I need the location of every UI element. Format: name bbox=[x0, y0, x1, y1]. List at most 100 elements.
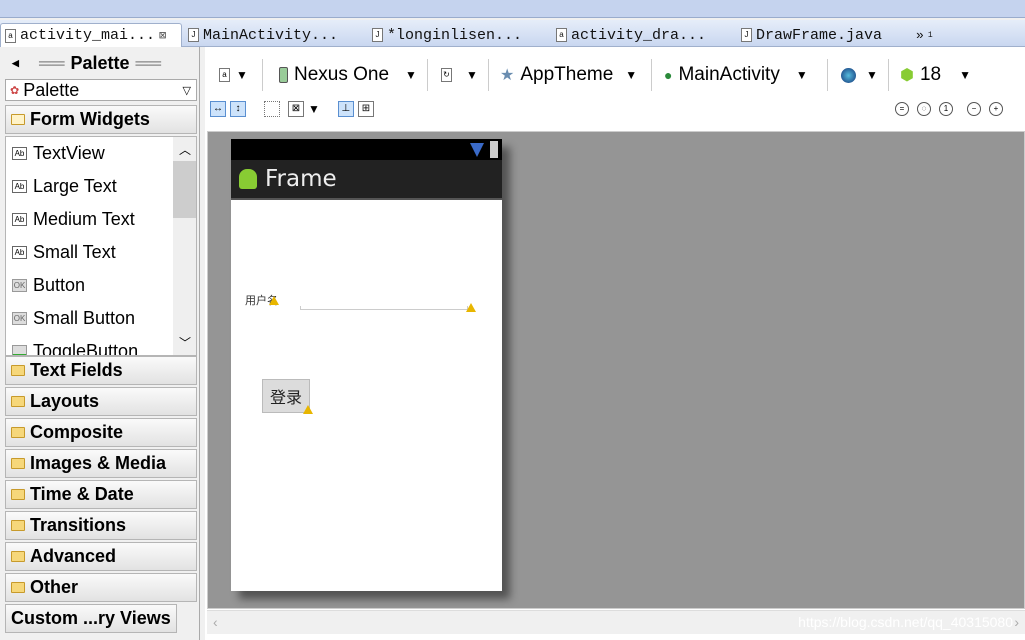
margins-icon[interactable] bbox=[264, 101, 280, 117]
orientation-dropdown[interactable]: ↻ ▼ bbox=[441, 60, 478, 90]
category-label: Text Fields bbox=[30, 360, 123, 380]
locale-dropdown[interactable]: ▼ bbox=[841, 60, 878, 90]
api-level-dropdown[interactable]: ⬢ 18 ▼ bbox=[900, 60, 971, 90]
watermark: https://blog.csdn.net/qq_40315080 bbox=[798, 614, 1013, 630]
layout-file-icon: a bbox=[219, 68, 230, 82]
category-advanced[interactable]: Advanced bbox=[5, 542, 197, 571]
category-transitions[interactable]: Transitions bbox=[5, 511, 197, 540]
gravity-icon[interactable]: ⊞ bbox=[357, 101, 374, 117]
close-icon[interactable]: ⊠ bbox=[159, 28, 166, 43]
textview-icon: Ab bbox=[12, 180, 27, 193]
device-icon bbox=[279, 67, 288, 83]
widget-label: Button bbox=[33, 275, 86, 295]
baseline-icon[interactable]: ⊥ bbox=[337, 101, 354, 117]
scrollbar-thumb[interactable] bbox=[173, 161, 196, 218]
config-dropdown[interactable]: a ▼ bbox=[219, 60, 248, 90]
status-bar bbox=[231, 139, 502, 160]
canvas-horizontal-scrollbar[interactable]: ‹ › https://blog.csdn.net/qq_40315080 bbox=[207, 610, 1025, 634]
activity-dropdown[interactable]: ● MainActivity ▼ bbox=[664, 60, 808, 90]
widget-label: ToggleButton bbox=[33, 341, 139, 356]
api-label: 18 bbox=[919, 64, 942, 85]
category-composite[interactable]: Composite bbox=[5, 418, 197, 447]
category-label: Transitions bbox=[30, 515, 127, 535]
folder-icon bbox=[11, 458, 25, 469]
overflow-chevron-icon: » bbox=[916, 27, 924, 43]
scroll-down-icon[interactable]: ﹀ bbox=[173, 334, 196, 351]
class-icon: ● bbox=[664, 67, 673, 83]
folder-icon bbox=[11, 582, 25, 593]
dropdown-value: Palette bbox=[23, 79, 80, 100]
tabs-overflow-button[interactable]: » 1 bbox=[916, 23, 933, 47]
category-form-widgets[interactable]: Form Widgets bbox=[5, 105, 197, 134]
widget-togglebutton[interactable]: ToggleButton bbox=[12, 341, 139, 356]
widget-button[interactable]: OK Button bbox=[12, 275, 85, 296]
xml-file-icon: a bbox=[556, 28, 567, 42]
warning-icon bbox=[269, 296, 279, 305]
category-custom-views[interactable]: Custom ...ry Views bbox=[5, 604, 177, 633]
palette-dropdown[interactable]: ✿ Palette ▽ bbox=[5, 79, 197, 101]
button-icon: OK bbox=[12, 279, 27, 292]
editor-tabs: a activity_mai... ⊠ J MainActivity... J *lon… bbox=[0, 20, 1025, 47]
tab-activity-main[interactable]: a activity_mai... ⊠ bbox=[0, 23, 182, 47]
dropdown-arrow-icon: ▼ bbox=[236, 68, 248, 82]
tab-activity-draw[interactable]: a activity_dra... bbox=[556, 23, 706, 47]
rotate-icon: ↻ bbox=[441, 68, 452, 82]
scroll-up-icon[interactable]: ︿ bbox=[173, 141, 196, 158]
theme-dropdown[interactable]: ★ AppTheme ▼ bbox=[500, 60, 637, 90]
tab-label: DrawFrame.java bbox=[756, 26, 883, 44]
theme-label: AppTheme bbox=[520, 64, 614, 85]
warning-icon bbox=[303, 405, 313, 414]
main-toolbar bbox=[0, 0, 1025, 18]
device-preview: Frame 用户名 登录 bbox=[231, 139, 502, 591]
device-label: Nexus One bbox=[294, 64, 390, 85]
toggle-icon bbox=[12, 345, 27, 355]
textview-icon: Ab bbox=[12, 246, 27, 259]
action-bar: Frame bbox=[231, 160, 502, 200]
wifi-icon bbox=[470, 143, 484, 157]
dropdown-arrow-icon: ▼ bbox=[405, 68, 417, 82]
chevron-down-icon: ▽ bbox=[182, 84, 191, 97]
folder-icon bbox=[11, 520, 25, 531]
category-images-media[interactable]: Images & Media bbox=[5, 449, 197, 478]
widget-medium-text[interactable]: Ab Medium Text bbox=[12, 209, 135, 230]
button-icon: OK bbox=[12, 312, 27, 325]
widget-label: TextView bbox=[33, 143, 105, 163]
dropdown-arrow-icon: ▼ bbox=[866, 68, 878, 82]
globe-icon bbox=[841, 67, 856, 83]
fill-height-icon[interactable]: ↕ bbox=[230, 101, 246, 117]
category-other[interactable]: Other bbox=[5, 573, 197, 602]
category-time-date[interactable]: Time & Date bbox=[5, 480, 197, 509]
zoom-out-icon[interactable]: − bbox=[967, 102, 981, 116]
widget-textview[interactable]: Ab TextView bbox=[12, 143, 105, 164]
zoom-fit-icon[interactable]: = bbox=[895, 102, 909, 116]
username-input[interactable] bbox=[300, 306, 468, 310]
warning-icon bbox=[466, 303, 476, 312]
widget-small-text[interactable]: Ab Small Text bbox=[12, 242, 116, 263]
widget-large-text[interactable]: Ab Large Text bbox=[12, 176, 117, 197]
fill-width-icon[interactable]: ↔ bbox=[210, 101, 226, 117]
category-label: Custom ...ry Views bbox=[11, 608, 171, 628]
tab-longinlisen[interactable]: J *longinlisen... bbox=[372, 23, 522, 47]
widget-list: Ab TextView Ab Large Text Ab Medium Text Ab… bbox=[5, 136, 197, 356]
widget-list-scrollbar[interactable]: ︿ ﹀ bbox=[173, 137, 196, 355]
zoom-real-icon[interactable]: ◌ bbox=[917, 102, 931, 116]
activity-label: MainActivity bbox=[678, 64, 780, 85]
collapse-arrow-icon[interactable]: ◀ bbox=[12, 58, 19, 69]
category-text-fields[interactable]: Text Fields bbox=[5, 356, 197, 385]
zoom-100-icon[interactable]: 1 bbox=[939, 102, 953, 116]
category-layouts[interactable]: Layouts bbox=[5, 387, 197, 416]
tab-drawframe[interactable]: J DrawFrame.java bbox=[741, 23, 882, 47]
dropdown-arrow-icon: ▼ bbox=[959, 68, 971, 82]
zoom-in-icon[interactable]: + bbox=[989, 102, 1003, 116]
widget-small-button[interactable]: OK Small Button bbox=[12, 308, 135, 329]
folder-icon bbox=[11, 489, 25, 500]
device-dropdown[interactable]: Nexus One ▼ bbox=[279, 60, 417, 90]
dropdown-arrow-icon: ▼ bbox=[466, 68, 478, 82]
palette-icon: ✿ bbox=[10, 84, 20, 97]
dropdown-arrow-icon[interactable]: ▼ bbox=[308, 102, 320, 116]
tab-mainactivity[interactable]: J MainActivity... bbox=[188, 23, 338, 47]
scroll-right-icon[interactable]: › bbox=[1014, 614, 1019, 630]
layout-options-icon[interactable]: ⊠ bbox=[288, 101, 304, 117]
category-label: Composite bbox=[30, 422, 124, 442]
scroll-left-icon[interactable]: ‹ bbox=[213, 614, 218, 630]
